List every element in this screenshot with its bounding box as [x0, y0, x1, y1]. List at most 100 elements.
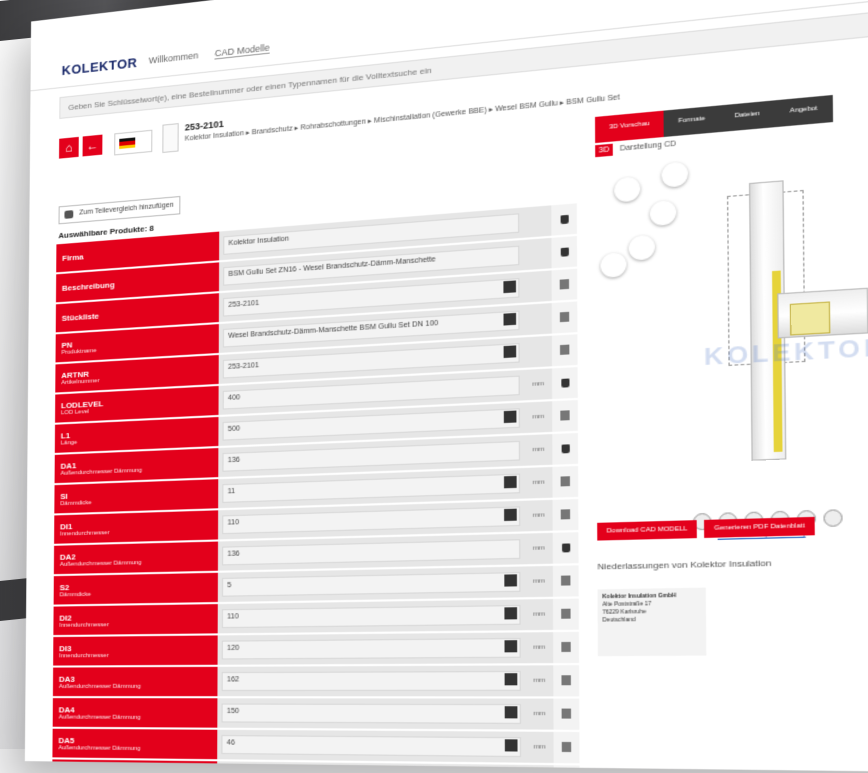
property-select[interactable]: 46 — [221, 735, 522, 758]
list-icon[interactable] — [614, 176, 641, 203]
property-value-cell: 120 — [217, 631, 526, 666]
lock-icon[interactable] — [560, 247, 569, 257]
property-label: DI2 Innendurchmesser — [53, 603, 218, 637]
property-input[interactable]: 201 — [221, 766, 522, 773]
calculator-icon[interactable] — [561, 608, 571, 619]
viewer-value[interactable]: CD — [664, 140, 676, 149]
model-sleeve — [789, 301, 831, 336]
property-select[interactable]: 11 — [222, 473, 521, 503]
property-value: Kolektor Insulation — [228, 235, 289, 248]
calculator-icon[interactable] — [559, 311, 570, 323]
calculator-icon[interactable] — [559, 279, 570, 290]
property-label: DI3 Innendurchmesser — [53, 634, 218, 667]
property-select[interactable]: 162 — [221, 670, 521, 691]
dropdown-arrow-icon[interactable] — [503, 410, 517, 424]
property-label: DA5 Außendurchmesser Dämmung — [52, 727, 218, 761]
download-cad-button[interactable]: Download CAD MODELL — [597, 520, 698, 541]
cube-view-icon[interactable] — [661, 161, 689, 188]
property-value-cell: 150 — [217, 697, 526, 731]
home-button[interactable]: ⌂ — [59, 136, 79, 159]
dropdown-arrow-icon[interactable] — [503, 312, 517, 326]
tab-formats[interactable]: Formate — [663, 105, 721, 137]
move-icon[interactable] — [600, 252, 627, 279]
property-unit: mm — [525, 730, 554, 765]
property-label: L10Länge — [52, 758, 218, 773]
property-description: Innendurchmesser — [59, 652, 109, 659]
property-unit: mm — [524, 498, 553, 533]
preview-panel: 3D Vorschau Formate Dateien Angebot 3D D… — [595, 84, 868, 737]
calculator-icon[interactable] — [561, 641, 571, 652]
dropdown-arrow-icon[interactable] — [503, 280, 516, 294]
calculator-icon[interactable] — [560, 410, 570, 421]
property-value: 110 — [227, 519, 240, 527]
property-value: 136 — [227, 456, 240, 465]
viewer-mode-tag[interactable]: 3D — [595, 143, 613, 158]
property-action-cell — [553, 730, 580, 765]
nav-cad-modelle[interactable]: CAD Modelle — [214, 42, 270, 60]
dropdown-arrow-icon[interactable] — [504, 673, 518, 686]
viewer-label: Darstellung — [619, 141, 662, 153]
property-select[interactable]: 120 — [221, 637, 521, 660]
property-value: BSM Gullu Set ZN16 - Wesel Brandschutz-D… — [228, 255, 436, 279]
property-value: 11 — [227, 487, 236, 496]
dropdown-arrow-icon[interactable] — [504, 706, 518, 719]
property-unit — [525, 763, 554, 773]
product-thumbnail — [162, 123, 179, 153]
fullscreen-icon[interactable] — [823, 509, 843, 527]
layers-icon[interactable] — [649, 199, 677, 227]
breadcrumb-path[interactable]: Kolektor Insulation ▸ Brandschutz ▸ Rohr… — [185, 93, 620, 143]
property-value-cell: 46 — [217, 728, 526, 764]
property-label: DI1 Innendurchmesser — [54, 509, 219, 545]
dropdown-arrow-icon[interactable] — [504, 475, 517, 489]
calculator-icon[interactable] — [561, 741, 572, 753]
3d-viewer[interactable]: KOLEKTOR 3D Download (CADENAS) — [595, 132, 868, 540]
property-select[interactable]: 110 — [222, 506, 521, 535]
property-select[interactable]: 150 — [221, 703, 521, 724]
property-action-cell — [551, 333, 578, 368]
branches-heading: Niederlassungen von Kolektor Insulation — [597, 557, 772, 572]
lock-icon[interactable] — [561, 543, 570, 553]
back-button[interactable]: ← — [82, 134, 103, 157]
language-select[interactable] — [114, 129, 153, 156]
calculator-icon[interactable] — [560, 344, 570, 355]
dropdown-arrow-icon[interactable] — [504, 640, 518, 653]
dropdown-arrow-icon[interactable] — [504, 574, 517, 587]
property-unit: mm — [524, 367, 553, 402]
add-to-compare-button[interactable]: Zum Teilevergleich hinzufügen — [58, 195, 181, 225]
lock-icon[interactable] — [560, 378, 569, 388]
calculator-icon[interactable] — [561, 675, 571, 686]
dropdown-arrow-icon[interactable] — [504, 739, 518, 752]
dropdown-arrow-icon[interactable] — [504, 508, 517, 522]
tab-3d-preview[interactable]: 3D Vorschau — [595, 110, 665, 144]
property-input[interactable]: 136 — [222, 539, 521, 566]
calculator-icon[interactable] — [561, 708, 572, 719]
tab-quote[interactable]: Angebot — [774, 95, 833, 128]
property-select[interactable]: 110 — [221, 604, 521, 629]
property-label: SI Dämmdicke — [54, 478, 219, 515]
vr-glasses-icon[interactable] — [628, 234, 655, 261]
property-action-cell — [551, 300, 578, 335]
property-value: 500 — [227, 425, 241, 434]
calculator-icon[interactable] — [561, 575, 571, 586]
dropdown-arrow-icon[interactable] — [504, 607, 518, 620]
property-unit: mm — [524, 465, 553, 500]
kolektor-logo[interactable]: KOLEKTOR — [62, 55, 138, 78]
property-value: Wesel Brandschutz-Dämm-Manschette BSM Gu… — [228, 319, 439, 341]
dropdown-arrow-icon[interactable] — [503, 345, 517, 359]
lock-icon[interactable] — [561, 444, 570, 454]
property-unit: mm — [524, 432, 553, 467]
property-name: Firma — [62, 251, 84, 263]
property-input[interactable]: 136 — [222, 440, 521, 472]
nav-willkommen[interactable]: Willkommen — [149, 50, 199, 67]
calculator-icon[interactable] — [560, 476, 570, 487]
property-value-cell: 110 — [217, 598, 526, 635]
property-action-cell — [552, 431, 579, 466]
lock-icon[interactable] — [560, 214, 569, 225]
property-value: 162 — [226, 676, 240, 684]
property-action-cell — [551, 234, 578, 270]
property-select[interactable]: 5 — [221, 572, 521, 597]
calculator-icon[interactable] — [560, 509, 571, 520]
tab-files[interactable]: Dateien — [719, 100, 775, 133]
property-value: 253-2101 — [228, 362, 259, 372]
generate-pdf-button[interactable]: Generieren PDF Datenblatt — [704, 516, 815, 538]
